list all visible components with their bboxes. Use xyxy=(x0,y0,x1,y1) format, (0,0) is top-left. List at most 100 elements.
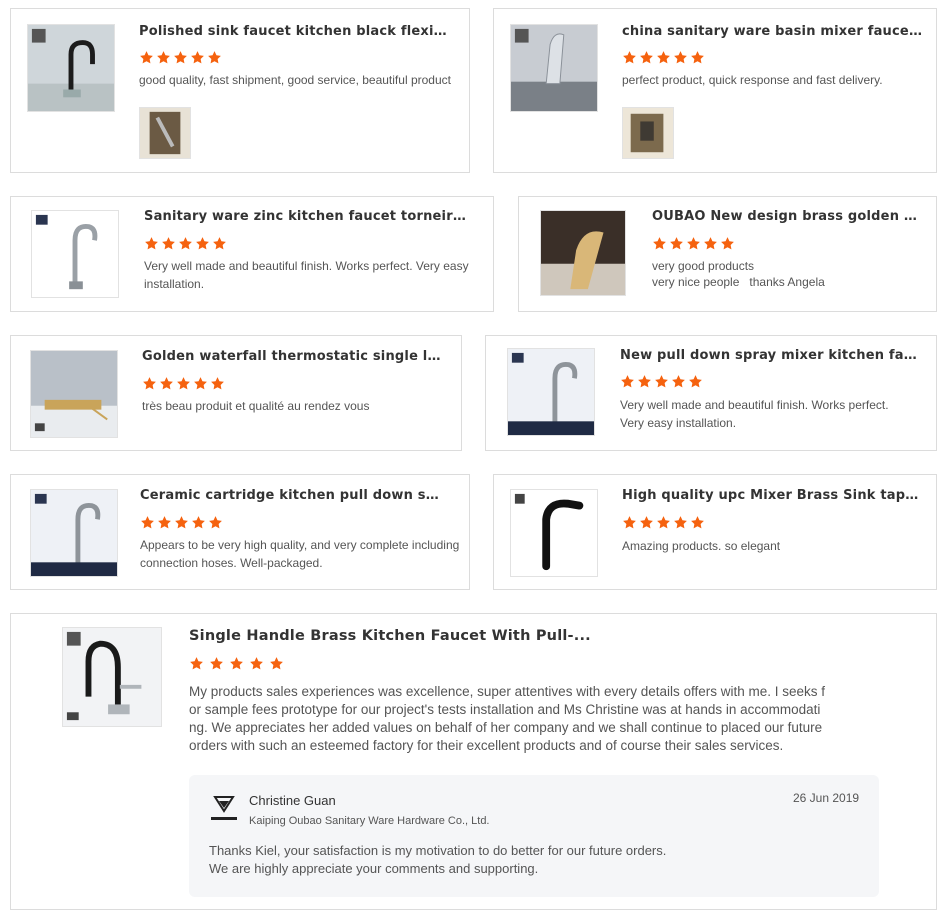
rating-stars xyxy=(652,236,735,251)
star-icon xyxy=(209,656,226,673)
star-icon xyxy=(156,50,171,65)
product-thumbnail[interactable] xyxy=(510,24,598,112)
star-icon xyxy=(191,515,206,530)
review-text-line-2: Very easy installation. xyxy=(620,416,737,430)
star-icon xyxy=(673,50,688,65)
reply-date: 26 Jun 2019 xyxy=(793,791,860,805)
star-icon xyxy=(174,515,189,530)
star-icon xyxy=(654,374,669,389)
star-icon xyxy=(159,376,174,391)
review-title[interactable]: High quality upc Mixer Brass Sink tap bl… xyxy=(622,488,922,503)
star-icon xyxy=(161,236,176,251)
star-icon xyxy=(140,515,155,530)
star-icon xyxy=(688,374,703,389)
review-text: très beau produit et qualité au rendez v… xyxy=(142,399,370,413)
review-title[interactable]: Sanitary ware zinc kitchen faucet tornei… xyxy=(144,209,474,224)
review-title[interactable]: Polished sink faucet kitchen black flexi… xyxy=(139,24,449,39)
review-text-line-3: ng. We appreciates her added values on b… xyxy=(189,720,823,735)
star-icon xyxy=(195,236,210,251)
review-photo[interactable] xyxy=(622,107,674,159)
star-icon xyxy=(269,656,286,673)
product-thumbnail[interactable] xyxy=(30,489,118,577)
review-text-line-2: very nice people thanks Angela xyxy=(652,275,825,289)
star-icon xyxy=(144,236,159,251)
product-thumbnail[interactable] xyxy=(27,24,115,112)
star-icon xyxy=(637,374,652,389)
star-icon xyxy=(622,515,637,530)
review-photo[interactable] xyxy=(139,107,191,159)
star-icon xyxy=(176,376,191,391)
review-text: good quality, fast shipment, good servic… xyxy=(139,73,451,87)
review-card-5: Golden waterfall thermostatic single lev… xyxy=(10,335,462,451)
star-icon xyxy=(142,376,157,391)
review-text-line-4: orders with such an esteemed factory for… xyxy=(189,738,784,753)
star-icon xyxy=(212,236,227,251)
review-text-line-2: connection hoses. Well-packaged. xyxy=(140,556,323,570)
star-icon xyxy=(189,656,206,673)
rating-stars xyxy=(142,376,225,391)
star-icon xyxy=(656,50,671,65)
star-icon xyxy=(656,515,671,530)
review-card-7: Ceramic cartridge kitchen pull down sink… xyxy=(10,474,470,590)
rating-stars xyxy=(189,656,286,673)
star-icon xyxy=(173,50,188,65)
rating-stars xyxy=(140,515,223,530)
star-icon xyxy=(229,656,246,673)
star-icon xyxy=(690,50,705,65)
rating-stars xyxy=(620,374,703,389)
review-card-8: High quality upc Mixer Brass Sink tap bl… xyxy=(493,474,937,590)
review-title[interactable]: Ceramic cartridge kitchen pull down sink… xyxy=(140,488,440,503)
product-thumbnail[interactable] xyxy=(540,210,626,296)
rating-stars xyxy=(144,236,227,251)
product-thumbnail[interactable] xyxy=(62,627,162,727)
review-card-6: New pull down spray mixer kitchen faucet… xyxy=(485,335,937,451)
star-icon xyxy=(669,236,684,251)
oubao-logo-icon xyxy=(209,793,239,823)
star-icon xyxy=(178,236,193,251)
star-icon xyxy=(208,515,223,530)
star-icon xyxy=(207,50,222,65)
review-title[interactable]: Golden waterfall thermostatic single lev… xyxy=(142,349,442,364)
review-title[interactable]: New pull down spray mixer kitchen faucet… xyxy=(620,348,920,363)
star-icon xyxy=(139,50,154,65)
review-text-line-2: or sample fees prototype for our project… xyxy=(189,702,821,717)
rating-stars xyxy=(622,515,705,530)
star-icon xyxy=(622,50,637,65)
star-icon xyxy=(193,376,208,391)
star-icon xyxy=(210,376,225,391)
review-card-1: Polished sink faucet kitchen black flexi… xyxy=(10,8,470,173)
rating-stars xyxy=(139,50,222,65)
product-thumbnail[interactable] xyxy=(30,350,118,438)
star-icon xyxy=(686,236,701,251)
review-text-line-2: installation. xyxy=(144,277,205,291)
review-title[interactable]: Single Handle Brass Kitchen Faucet With … xyxy=(189,628,591,644)
star-icon xyxy=(639,515,654,530)
review-card-3: Sanitary ware zinc kitchen faucet tornei… xyxy=(10,196,494,312)
rating-stars xyxy=(622,50,705,65)
star-icon xyxy=(720,236,735,251)
star-icon xyxy=(157,515,172,530)
reply-author-name: Christine Guan xyxy=(249,793,336,808)
review-text-line-1: Appears to be very high quality, and ver… xyxy=(140,538,460,552)
review-title[interactable]: OUBAO New design brass golden mixer t ..… xyxy=(652,209,922,224)
review-text-line-1: Very well made and beautiful finish. Wor… xyxy=(620,398,889,412)
featured-review-card: Single Handle Brass Kitchen Faucet With … xyxy=(10,613,937,910)
review-card-2: china sanitary ware basin mixer faucet b… xyxy=(493,8,937,173)
star-icon xyxy=(249,656,266,673)
review-title[interactable]: china sanitary ware basin mixer faucet b… xyxy=(622,24,922,39)
product-thumbnail[interactable] xyxy=(507,348,595,436)
review-card-4: OUBAO New design brass golden mixer t ..… xyxy=(518,196,937,312)
supplier-reply: Christine Guan 26 Jun 2019 Kaiping Oubao… xyxy=(189,775,879,897)
star-icon xyxy=(671,374,686,389)
star-icon xyxy=(703,236,718,251)
reply-company-name[interactable]: Kaiping Oubao Sanitary Ware Hardware Co.… xyxy=(249,815,490,827)
product-thumbnail[interactable] xyxy=(31,210,119,298)
star-icon xyxy=(690,515,705,530)
reply-text-line-1: Thanks Kiel, your satisfaction is my mot… xyxy=(209,843,667,858)
review-text-line-1: Very well made and beautiful finish. Wor… xyxy=(144,259,469,273)
reply-text-line-2: We are highly appreciate your comments a… xyxy=(209,861,539,876)
star-icon xyxy=(639,50,654,65)
star-icon xyxy=(620,374,635,389)
review-text: Amazing products. so elegant xyxy=(622,539,781,553)
product-thumbnail[interactable] xyxy=(510,489,598,577)
